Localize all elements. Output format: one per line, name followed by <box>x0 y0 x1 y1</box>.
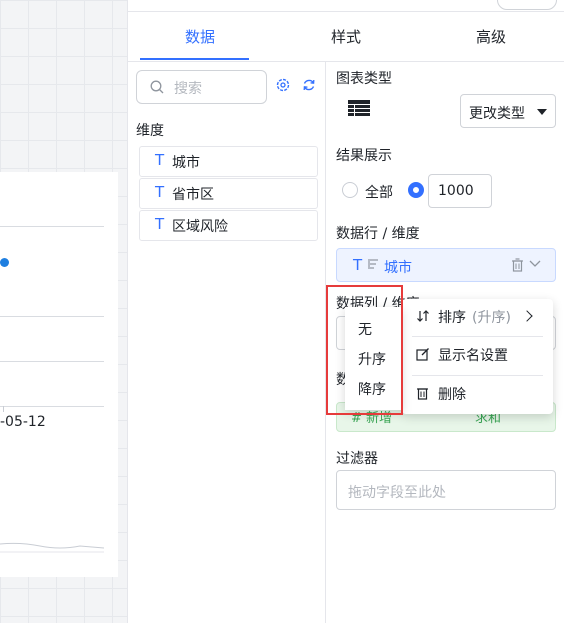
topbar-button[interactable] <box>497 0 557 10</box>
field-label: 城市 <box>172 155 200 171</box>
radio-all-label: 全部 <box>365 185 393 201</box>
chevron-right-icon <box>521 310 533 322</box>
text-type-icon: T <box>155 151 165 169</box>
search-icon <box>150 80 164 94</box>
radio-all[interactable] <box>342 182 358 198</box>
field-context-menu: 排序 (升序) 显示名设置 删除 <box>402 299 553 414</box>
sort-ascending-icon <box>368 259 378 269</box>
trash-icon[interactable] <box>511 258 524 272</box>
gridline <box>0 316 104 317</box>
field-province-city-district[interactable]: T 省市区 <box>139 178 318 209</box>
limit-input[interactable]: 1000 <box>428 174 492 208</box>
data-point[interactable] <box>0 258 9 267</box>
chevron-down-icon[interactable] <box>529 260 541 268</box>
gear-icon[interactable] <box>276 78 290 92</box>
filter-drop-zone[interactable]: 拖动字段至此处 <box>336 470 556 510</box>
panel-topbar <box>128 0 564 12</box>
tab-advanced[interactable]: 高级 <box>476 26 506 47</box>
x-tick-mark <box>3 406 4 412</box>
trash-icon <box>417 388 428 400</box>
rows-dimension-title: 数据行 / 维度 <box>336 226 420 242</box>
highlight-box <box>326 285 403 415</box>
menu-item-sort[interactable]: 排序 (升序) <box>402 299 553 335</box>
search-input[interactable]: 搜索 <box>136 70 267 104</box>
row-dimension-city[interactable]: T 城市 <box>336 248 556 282</box>
text-type-icon: T <box>155 215 165 233</box>
caret-down-icon <box>537 109 547 115</box>
menu-delete-label: 删除 <box>438 387 466 403</box>
menu-display-name-label: 显示名设置 <box>438 348 508 364</box>
field-label: 区域风险 <box>172 219 228 235</box>
change-type-label: 更改类型 <box>469 106 525 122</box>
edit-icon <box>416 348 429 361</box>
field-city[interactable]: T 城市 <box>139 146 318 177</box>
chart-canvas: -05-12 <box>0 0 127 623</box>
menu-item-display-name[interactable]: 显示名设置 <box>402 337 553 373</box>
tab-data[interactable]: 数据 <box>185 26 215 47</box>
table-chart-icon[interactable] <box>348 100 370 117</box>
x-tick-label: -05-12 <box>0 414 46 430</box>
limit-value: 1000 <box>438 183 474 199</box>
text-type-icon: T <box>353 256 363 274</box>
sort-icon <box>417 310 429 322</box>
search-placeholder: 搜索 <box>174 81 202 97</box>
gridline <box>0 406 104 407</box>
gridline <box>0 226 104 227</box>
text-type-icon: T <box>155 183 165 201</box>
row-dimension-label: 城市 <box>384 260 412 276</box>
menu-item-delete[interactable]: 删除 <box>402 376 553 412</box>
chart-type-title: 图表类型 <box>336 71 392 87</box>
change-type-select[interactable]: 更改类型 <box>460 94 556 128</box>
panel-tabs: 数据 样式 高级 <box>128 12 564 62</box>
result-display-title: 结果展示 <box>336 148 392 164</box>
refresh-icon[interactable] <box>302 78 316 92</box>
field-regional-risk[interactable]: T 区域风险 <box>139 210 318 241</box>
active-tab-indicator <box>140 58 249 60</box>
chart-card[interactable]: -05-12 <box>0 172 118 577</box>
filter-title: 过滤器 <box>336 451 378 467</box>
tab-style[interactable]: 样式 <box>331 26 361 47</box>
filter-placeholder: 拖动字段至此处 <box>348 485 446 501</box>
gridline <box>0 361 104 362</box>
radio-limit[interactable] <box>408 182 424 198</box>
dimension-section-title: 维度 <box>136 123 164 139</box>
data-zoom-slider[interactable] <box>0 530 106 554</box>
fields-column: 搜索 维度 T 城市 T 省市区 T 区域风险 <box>128 62 326 623</box>
field-label: 省市区 <box>172 187 214 203</box>
menu-sort-label: 排序 (升序) <box>438 310 511 326</box>
